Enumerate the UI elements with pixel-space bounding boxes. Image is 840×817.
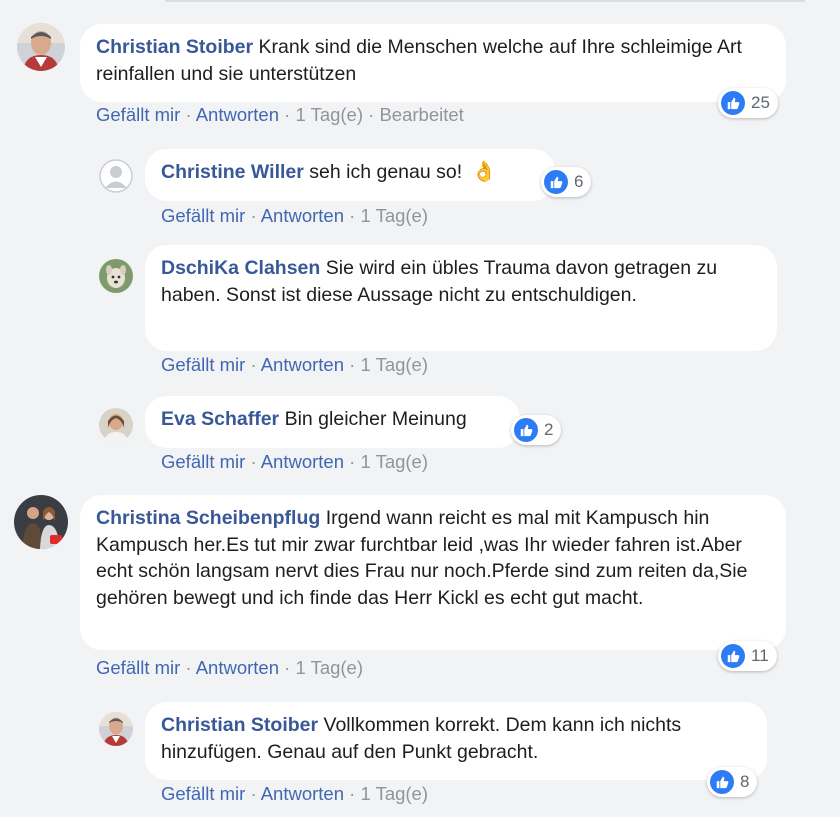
avatar[interactable] bbox=[17, 23, 65, 71]
author-name[interactable]: Christina Scheibenpflug bbox=[96, 507, 320, 529]
divider bbox=[165, 0, 805, 2]
comment-bubble: Christine Willer seh ich genau so! 👌 bbox=[145, 149, 555, 201]
avatar[interactable] bbox=[99, 712, 133, 746]
reply-link[interactable]: Antworten bbox=[196, 657, 279, 678]
thumbs-up-icon bbox=[710, 770, 734, 794]
like-link[interactable]: Gefällt mir bbox=[161, 783, 245, 804]
comment-bubble: Christina Scheibenpflug Irgend wann reic… bbox=[80, 495, 786, 650]
reaction-number: 6 bbox=[574, 172, 584, 191]
reply-link[interactable]: Antworten bbox=[196, 104, 279, 125]
comment-bubble: Eva Schaffer Bin gleicher Meinung bbox=[145, 396, 520, 448]
reply-link[interactable]: Antworten bbox=[261, 451, 344, 472]
profile-photo-couple-icon bbox=[14, 495, 68, 549]
comment-actions: Gefällt mir · Antworten · 1 Tag(e) bbox=[161, 205, 429, 226]
timestamp[interactable]: 1 Tag(e) bbox=[360, 354, 428, 375]
reaction-count[interactable]: 8 bbox=[707, 767, 758, 797]
ok-hand-emoji-icon: 👌 bbox=[471, 161, 497, 183]
comment-actions: Gefällt mir · Antworten · 1 Tag(e) bbox=[161, 783, 429, 804]
reaction-count[interactable]: 2 bbox=[511, 415, 562, 445]
comment-bubble: DschiKa Clahsen Sie wird ein übles Traum… bbox=[145, 245, 777, 351]
thumbs-up-icon bbox=[721, 91, 745, 115]
profile-photo-dog-icon bbox=[99, 259, 133, 293]
avatar[interactable] bbox=[99, 159, 133, 193]
avatar[interactable] bbox=[14, 495, 68, 549]
avatar[interactable] bbox=[99, 408, 133, 442]
reply-link[interactable]: Antworten bbox=[261, 205, 344, 226]
like-link[interactable]: Gefällt mir bbox=[161, 451, 245, 472]
thumbs-up-icon bbox=[544, 170, 568, 194]
comment-actions: Gefällt mir · Antworten · 1 Tag(e) bbox=[161, 451, 429, 472]
reaction-count[interactable]: 25 bbox=[718, 88, 778, 118]
profile-photo-woman-icon bbox=[99, 408, 133, 442]
reaction-count[interactable]: 6 bbox=[541, 167, 592, 197]
reply-link[interactable]: Antworten bbox=[261, 354, 344, 375]
profile-photo-man-icon bbox=[17, 23, 65, 71]
author-name[interactable]: Christian Stoiber bbox=[96, 36, 253, 58]
reaction-number: 25 bbox=[751, 93, 770, 112]
author-name[interactable]: DschiKa Clahsen bbox=[161, 257, 320, 279]
comment-bubble: Christian Stoiber Krank sind die Mensche… bbox=[80, 24, 786, 102]
comment-bubble: Christian Stoiber Vollkommen korrekt. De… bbox=[145, 702, 767, 780]
comment-text: seh ich genau so! bbox=[309, 161, 463, 183]
reaction-number: 2 bbox=[544, 420, 554, 439]
comment-actions: Gefällt mir · Antworten · 1 Tag(e) bbox=[96, 657, 364, 678]
thumbs-up-icon bbox=[721, 644, 745, 668]
comment-text: Bin gleicher Meinung bbox=[284, 408, 467, 430]
edited-label[interactable]: Bearbeitet bbox=[379, 104, 463, 125]
timestamp[interactable]: 1 Tag(e) bbox=[295, 657, 363, 678]
default-profile-icon bbox=[99, 159, 133, 193]
author-name[interactable]: Eva Schaffer bbox=[161, 408, 279, 430]
comment-actions: Gefällt mir · Antworten · 1 Tag(e) bbox=[161, 354, 429, 375]
reply-link[interactable]: Antworten bbox=[261, 783, 344, 804]
timestamp[interactable]: 1 Tag(e) bbox=[360, 783, 428, 804]
author-name[interactable]: Christian Stoiber bbox=[161, 714, 318, 736]
comment-actions: Gefällt mir · Antworten · 1 Tag(e) · Bea… bbox=[96, 104, 464, 125]
author-name[interactable]: Christine Willer bbox=[161, 161, 304, 183]
thumbs-up-icon bbox=[514, 418, 538, 442]
like-link[interactable]: Gefällt mir bbox=[161, 354, 245, 375]
timestamp[interactable]: 1 Tag(e) bbox=[295, 104, 363, 125]
reaction-number: 11 bbox=[751, 646, 769, 665]
timestamp[interactable]: 1 Tag(e) bbox=[360, 205, 428, 226]
profile-photo-man-icon bbox=[99, 712, 133, 746]
reaction-number: 8 bbox=[740, 772, 750, 791]
avatar[interactable] bbox=[99, 259, 133, 293]
like-link[interactable]: Gefällt mir bbox=[96, 104, 180, 125]
like-link[interactable]: Gefällt mir bbox=[161, 205, 245, 226]
timestamp[interactable]: 1 Tag(e) bbox=[360, 451, 428, 472]
like-link[interactable]: Gefällt mir bbox=[96, 657, 180, 678]
reaction-count[interactable]: 11 bbox=[718, 641, 777, 671]
